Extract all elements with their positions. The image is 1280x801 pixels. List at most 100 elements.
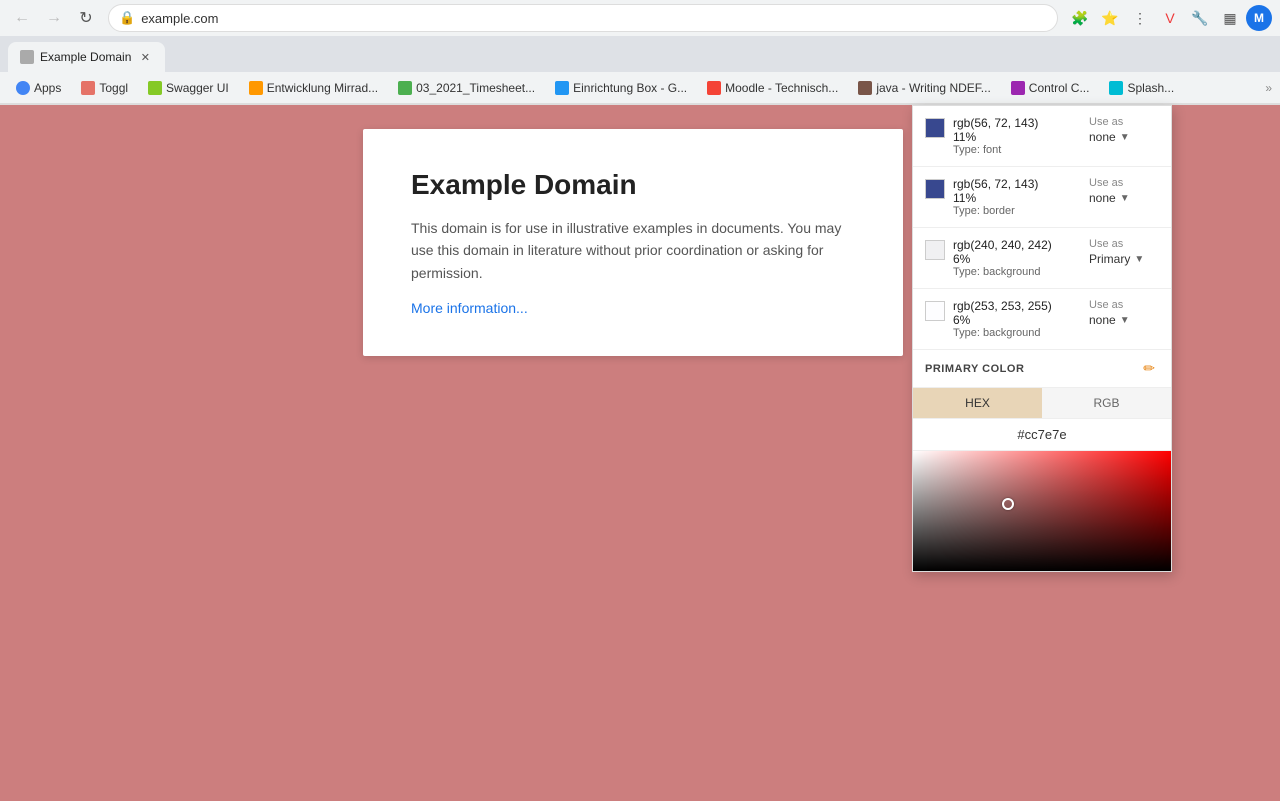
bookmark-splash[interactable]: Splash... (1101, 78, 1182, 98)
color-info-font: rgb(56, 72, 143) 11% Type: font (953, 116, 1081, 156)
color-type-bg1: Type: background (953, 266, 1081, 278)
color-swatch-bg2 (925, 301, 945, 321)
bookmarks-bar: Apps Toggl Swagger UI Entwicklung Mirrad… (0, 72, 1280, 104)
domain-card: Example Domain This domain is for use in… (363, 129, 903, 356)
hex-rgb-tabs: HEX RGB (913, 388, 1171, 419)
color-percent-bg2: 6% (953, 313, 1081, 327)
chevron-down-icon-2: ▼ (1120, 193, 1130, 204)
bookmark-label-03: 03_2021_Timesheet... (416, 81, 535, 95)
color-value-bg2: rgb(253, 253, 255) (953, 299, 1081, 313)
bookmark-moodle[interactable]: Moodle - Technisch... (699, 78, 846, 98)
bookmark-favicon-swagger (148, 81, 162, 95)
color-swatch-font (925, 118, 945, 138)
toolbar-icons: 🧩 ⭐ ⋮ V 🔧 ▦ M (1066, 4, 1272, 32)
bookmark-favicon-einrichtung (555, 81, 569, 95)
bookmark-label-apps: Apps (34, 81, 61, 95)
forward-button[interactable]: → (40, 4, 68, 32)
use-as-select-border[interactable]: none ▼ (1089, 191, 1130, 205)
domain-title: Example Domain (411, 169, 855, 201)
bookmark-control[interactable]: Control C... (1003, 78, 1098, 98)
bookmark-favicon-moodle (707, 81, 721, 95)
profile-button[interactable]: M (1246, 5, 1272, 31)
tab-favicon (20, 50, 34, 64)
color-entry-bg2: rgb(253, 253, 255) 6% Type: background U… (913, 289, 1171, 350)
color-value-bg1: rgb(240, 240, 242) (953, 238, 1081, 252)
edit-color-button[interactable]: ✏ (1139, 358, 1159, 379)
bookmark-label-toggl: Toggl (99, 81, 128, 95)
color-type-font: Type: font (953, 144, 1081, 156)
reload-button[interactable]: ↻ (72, 4, 100, 32)
sidebar-button[interactable]: ▦ (1216, 4, 1244, 32)
chevron-down-icon: ▼ (1120, 132, 1130, 143)
bookmark-label-entwicklung: Entwicklung Mirrad... (267, 81, 378, 95)
extensions-button[interactable]: 🧩 (1066, 4, 1094, 32)
bookmark-java[interactable]: java - Writing NDEF... (850, 78, 998, 98)
use-as-bg2: Use as none ▼ (1089, 299, 1159, 327)
color-swatch-bg1 (925, 240, 945, 260)
tab-close-button[interactable]: ✕ (137, 49, 153, 65)
url-display: example.com (141, 11, 218, 26)
domain-body: This domain is for use in illustrative e… (411, 217, 855, 284)
bookmark-favicon-entwicklung (249, 81, 263, 95)
color-info-border: rgb(56, 72, 143) 11% Type: border (953, 177, 1081, 217)
more-info-link[interactable]: More information... (411, 300, 855, 316)
bookmark-apps[interactable]: Apps (8, 78, 69, 98)
bookmark-swagger[interactable]: Swagger UI (140, 78, 237, 98)
lock-icon: 🔒 (119, 10, 135, 26)
color-panel: rgb(56, 72, 143) 11% Type: font Use as n… (912, 105, 1172, 572)
tab-title: Example Domain (40, 50, 131, 64)
color-entry-border: rgb(56, 72, 143) 11% Type: border Use as… (913, 167, 1171, 228)
active-tab[interactable]: Example Domain ✕ (8, 42, 165, 72)
color-info-bg2: rgb(253, 253, 255) 6% Type: background (953, 299, 1081, 339)
bookmark-einrichtung[interactable]: Einrichtung Box - G... (547, 78, 695, 98)
bookmark-favicon-splash (1109, 81, 1123, 95)
more-button[interactable]: ⋮ (1126, 4, 1154, 32)
chevron-down-icon-4: ▼ (1120, 315, 1130, 326)
primary-color-section: PRIMARY COLOR ✏ (913, 350, 1171, 388)
rgb-tab[interactable]: RGB (1042, 388, 1171, 418)
bookmark-favicon-control (1011, 81, 1025, 95)
color-entry-bg1: rgb(240, 240, 242) 6% Type: background U… (913, 228, 1171, 289)
hex-tab[interactable]: HEX (913, 388, 1042, 418)
bookmarks-more[interactable]: » (1265, 81, 1272, 95)
color-percent-border: 11% (953, 191, 1081, 205)
color-value-font: rgb(56, 72, 143) (953, 116, 1081, 130)
extensions2-button[interactable]: 🔧 (1186, 4, 1214, 32)
color-percent-font: 11% (953, 130, 1081, 144)
bookmark-label-moodle: Moodle - Technisch... (725, 81, 838, 95)
use-as-select-bg2[interactable]: none ▼ (1089, 313, 1130, 327)
chevron-down-icon-3: ▼ (1134, 254, 1144, 265)
color-entry-font: rgb(56, 72, 143) 11% Type: font Use as n… (913, 106, 1171, 167)
bookmark-entwicklung[interactable]: Entwicklung Mirrad... (241, 78, 386, 98)
bookmark-label-einrichtung: Einrichtung Box - G... (573, 81, 687, 95)
use-as-label-bg1: Use as (1089, 238, 1123, 250)
use-as-select-font[interactable]: none ▼ (1089, 130, 1130, 144)
back-button[interactable]: ← (8, 4, 36, 32)
address-bar[interactable]: 🔒 example.com (108, 4, 1058, 32)
bookmark-label-swagger: Swagger UI (166, 81, 229, 95)
use-as-select-bg1[interactable]: Primary ▼ (1089, 252, 1144, 266)
bookmark-favicon-apps (16, 81, 30, 95)
vivaldi-button[interactable]: V (1156, 4, 1184, 32)
color-gradient-picker[interactable] (913, 451, 1171, 571)
color-panel-scroll[interactable]: rgb(56, 72, 143) 11% Type: font Use as n… (913, 106, 1171, 571)
use-as-label-border: Use as (1089, 177, 1123, 189)
bookmark-label-java: java - Writing NDEF... (876, 81, 990, 95)
bookmark-label-control: Control C... (1029, 81, 1090, 95)
star-button[interactable]: ⭐ (1096, 4, 1124, 32)
bookmark-favicon-java (858, 81, 872, 95)
bookmark-03[interactable]: 03_2021_Timesheet... (390, 78, 543, 98)
main-content: Example Domain This domain is for use in… (0, 105, 1280, 801)
use-as-font: Use as none ▼ (1089, 116, 1159, 144)
bookmark-favicon-toggl (81, 81, 95, 95)
color-percent-bg1: 6% (953, 252, 1081, 266)
bookmark-toggl[interactable]: Toggl (73, 78, 136, 98)
color-type-bg2: Type: background (953, 327, 1081, 339)
color-type-border: Type: border (953, 205, 1081, 217)
use-as-label-bg2: Use as (1089, 299, 1123, 311)
nav-bar: ← → ↻ 🔒 example.com 🧩 ⭐ ⋮ V 🔧 ▦ M (0, 0, 1280, 36)
bookmark-label-splash: Splash... (1127, 81, 1174, 95)
color-value-border: rgb(56, 72, 143) (953, 177, 1081, 191)
browser-chrome: ← → ↻ 🔒 example.com 🧩 ⭐ ⋮ V 🔧 ▦ M Exampl… (0, 0, 1280, 105)
color-swatch-border (925, 179, 945, 199)
